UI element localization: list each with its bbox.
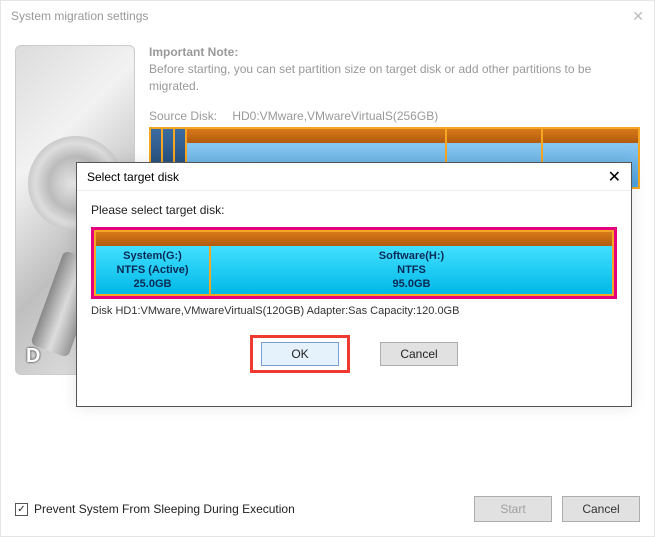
partition-name: Software(H:) <box>379 249 444 263</box>
source-disk-label: Source Disk: <box>149 109 229 123</box>
important-note-label: Important Note: <box>149 45 640 59</box>
modal-title: Select target disk <box>87 170 179 184</box>
modal-prompt: Please select target disk: <box>91 203 617 217</box>
modal-title-bar: Select target disk ✕ <box>77 163 631 191</box>
main-cancel-button[interactable]: Cancel <box>562 496 640 522</box>
disk-top-strip <box>96 232 612 246</box>
checkbox-icon: ✓ <box>15 503 28 516</box>
modal-body: Please select target disk: System(G:) NT… <box>77 191 631 379</box>
modal-buttons: OK Cancel <box>91 335 617 373</box>
prevent-sleep-label: Prevent System From Sleeping During Exec… <box>34 502 295 516</box>
main-title: System migration settings <box>11 9 148 23</box>
partition-size: 95.0GB <box>393 277 431 291</box>
modal-cancel-button[interactable]: Cancel <box>380 342 458 366</box>
target-disk-highlight: System(G:) NTFS (Active) 25.0GB Software… <box>91 227 617 299</box>
ok-button-highlight: OK <box>250 335 350 373</box>
prevent-sleep-checkbox[interactable]: ✓ Prevent System From Sleeping During Ex… <box>15 502 295 516</box>
source-disk-row: Source Disk: HD0:VMware,VMwareVirtualS(2… <box>149 109 640 123</box>
close-icon[interactable]: ✕ <box>632 8 644 25</box>
partition-fs: NTFS (Active) <box>116 263 188 277</box>
target-disk-caption: Disk HD1:VMware,VMwareVirtualS(120GB) Ad… <box>91 305 617 317</box>
close-icon[interactable]: ✕ <box>608 167 621 187</box>
partition-fs: NTFS <box>397 263 426 277</box>
hdd-brand-label: D <box>26 345 40 368</box>
important-note-text: Before starting, you can set partition s… <box>149 61 640 95</box>
target-disk-bar[interactable]: System(G:) NTFS (Active) 25.0GB Software… <box>94 230 614 296</box>
source-disk-value: HD0:VMware,VMwareVirtualS(256GB) <box>232 109 438 123</box>
partition-name: System(G:) <box>123 249 182 263</box>
ok-button[interactable]: OK <box>261 342 339 366</box>
partition-size: 25.0GB <box>134 277 172 291</box>
start-button: Start <box>474 496 552 522</box>
main-bottom-bar: ✓ Prevent System From Sleeping During Ex… <box>15 496 640 522</box>
select-target-disk-dialog: Select target disk ✕ Please select targe… <box>76 162 632 407</box>
main-title-bar: System migration settings ✕ <box>1 1 654 31</box>
